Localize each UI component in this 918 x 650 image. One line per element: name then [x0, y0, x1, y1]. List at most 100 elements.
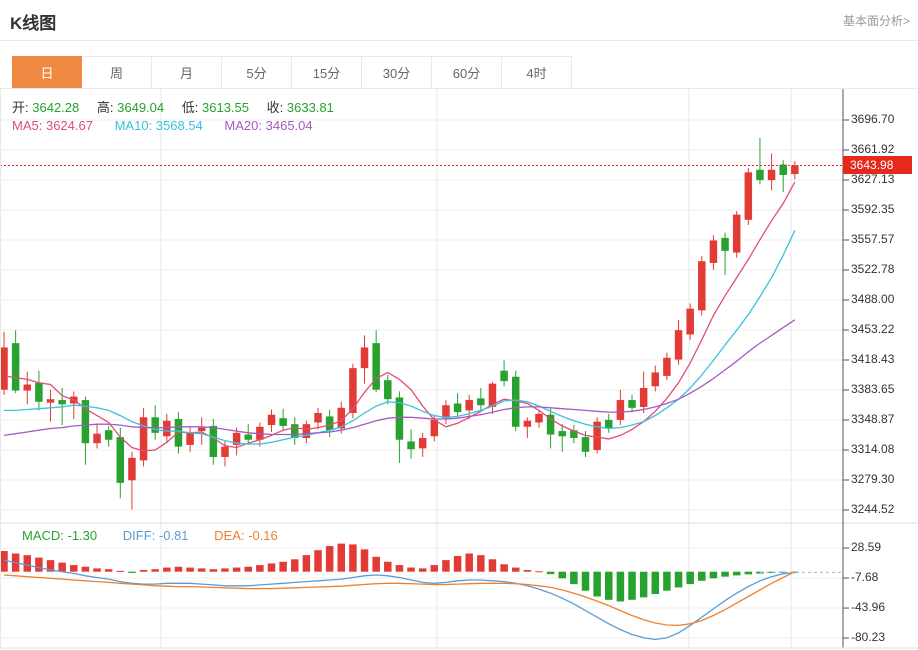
- candle-body: [93, 433, 101, 444]
- macd-hist-bar: [511, 567, 520, 572]
- high-value: 3649.04: [117, 100, 165, 115]
- main-axis-label: 3557.57: [851, 231, 895, 246]
- macd-axis-label: -43.96: [851, 600, 886, 615]
- candle-body: [418, 437, 427, 449]
- macd-hist-bar: [418, 568, 427, 572]
- candle-body: [535, 413, 543, 423]
- macd-hist-bar: [535, 571, 543, 573]
- macd-hist-bar: [488, 559, 497, 572]
- candle-body: [279, 418, 287, 426]
- candle-body: [732, 214, 741, 253]
- main-axis-label: 3314.08: [851, 442, 895, 456]
- candle-body: [605, 419, 613, 429]
- candle-body: [663, 357, 671, 376]
- diff-value: -0.81: [158, 528, 189, 543]
- macd-hist-bar: [500, 564, 508, 572]
- macd-hist-bar: [546, 571, 555, 575]
- ohlc-readout: 开: 3642.28 高: 3649.04 低: 3613.55 收: 3633…: [12, 97, 334, 116]
- macd-hist-bar: [593, 571, 601, 597]
- macd-hist-bar: [360, 549, 369, 572]
- candle-body: [23, 384, 32, 391]
- candle-body: [291, 424, 299, 438]
- main-axis-label: 3661.92: [851, 141, 895, 156]
- macd-hist-bar: [35, 557, 43, 572]
- macd-hist-bar: [477, 555, 485, 572]
- macd-hist-bar: [523, 570, 532, 572]
- macd-hist-bar: [93, 568, 101, 572]
- macd-hist-bar: [744, 571, 753, 575]
- macd-hist-bar: [570, 571, 578, 585]
- close-label: 收:: [266, 100, 284, 115]
- candle-body: [453, 403, 462, 413]
- candle-body: [221, 446, 229, 457]
- candle-body: [116, 437, 125, 483]
- main-axis-label: 3627.13: [851, 172, 895, 186]
- candle-body: [756, 169, 764, 181]
- macd-hist-bar: [709, 571, 718, 579]
- candle-body: [244, 434, 252, 440]
- ma5-label: MA5:: [12, 118, 43, 133]
- candle-body: [698, 261, 706, 311]
- candle-body: [430, 419, 439, 437]
- candle-body: [628, 400, 636, 408]
- candle-body: [442, 405, 450, 419]
- macd-hist-bar: [407, 567, 415, 572]
- candle-body: [35, 382, 43, 402]
- candle-body: [0, 347, 8, 390]
- low-label: 低:: [181, 100, 199, 115]
- macd-hist-bar: [256, 565, 264, 572]
- open-value: 3642.28: [32, 100, 80, 115]
- macd-hist-bar: [302, 555, 311, 572]
- ma-readout: MA5: 3624.67 MA10: 3568.54 MA20: 3465.04: [12, 118, 313, 133]
- macd-hist-bar: [163, 567, 171, 572]
- macd-axis-label: -7.68: [851, 570, 879, 585]
- macd-hist-bar: [186, 567, 194, 572]
- candle-body: [139, 417, 148, 461]
- candle-body: [523, 420, 532, 427]
- macd-hist-bar: [616, 571, 625, 602]
- main-axis-label: 3244.52: [851, 502, 895, 516]
- candle-body: [325, 416, 334, 431]
- macd-hist-bar: [453, 555, 462, 572]
- macd-hist-bar: [732, 571, 741, 576]
- candle-body: [267, 414, 276, 426]
- macd-hist-bar: [651, 571, 660, 595]
- candle-body: [581, 437, 590, 452]
- macd-hist-bar: [430, 565, 439, 572]
- candle-body: [349, 368, 357, 413]
- candle-body: [128, 457, 136, 481]
- macd-hist-bar: [639, 571, 648, 598]
- main-axis-label: 3453.22: [851, 321, 895, 336]
- open-label: 开:: [12, 100, 29, 115]
- low-value: 3613.55: [202, 100, 249, 115]
- candle-body: [163, 420, 171, 437]
- ma20-value: 3465.04: [265, 118, 313, 133]
- main-axis-label: 3696.70: [851, 112, 895, 126]
- ma10-value: 3568.54: [155, 118, 203, 133]
- macd-hist-bar: [23, 555, 32, 572]
- macd-hist-bar: [151, 569, 159, 572]
- candle-body: [767, 169, 776, 181]
- candle-body: [151, 417, 159, 433]
- macd-hist-bar: [267, 563, 276, 572]
- candle-body: [639, 387, 648, 407]
- macd-hist-bar: [349, 544, 357, 572]
- macd-axis-label: -80.23: [851, 630, 886, 645]
- macd-axis-label: 28.59: [851, 540, 882, 555]
- main-axis-label: 3418.43: [851, 352, 895, 366]
- candle-body: [744, 172, 753, 220]
- candle-body: [791, 165, 799, 175]
- main-axis-label: 3522.78: [851, 262, 895, 276]
- main-axis-label: 3592.35: [851, 202, 895, 216]
- macd-hist-bar: [698, 571, 706, 581]
- candle-body: [651, 372, 660, 387]
- candle-body: [11, 343, 20, 391]
- macd-hist-bar: [384, 561, 392, 572]
- candle-body: [186, 432, 194, 445]
- candle-body: [674, 330, 683, 360]
- macd-readout: MACD: -1.30 DIFF: -0.81 DEA: -0.16: [22, 528, 278, 543]
- macd-hist-bar: [221, 568, 229, 572]
- macd-hist-bar: [372, 556, 380, 572]
- macd-hist-bar: [325, 546, 334, 572]
- macd-hist-bar: [395, 565, 404, 572]
